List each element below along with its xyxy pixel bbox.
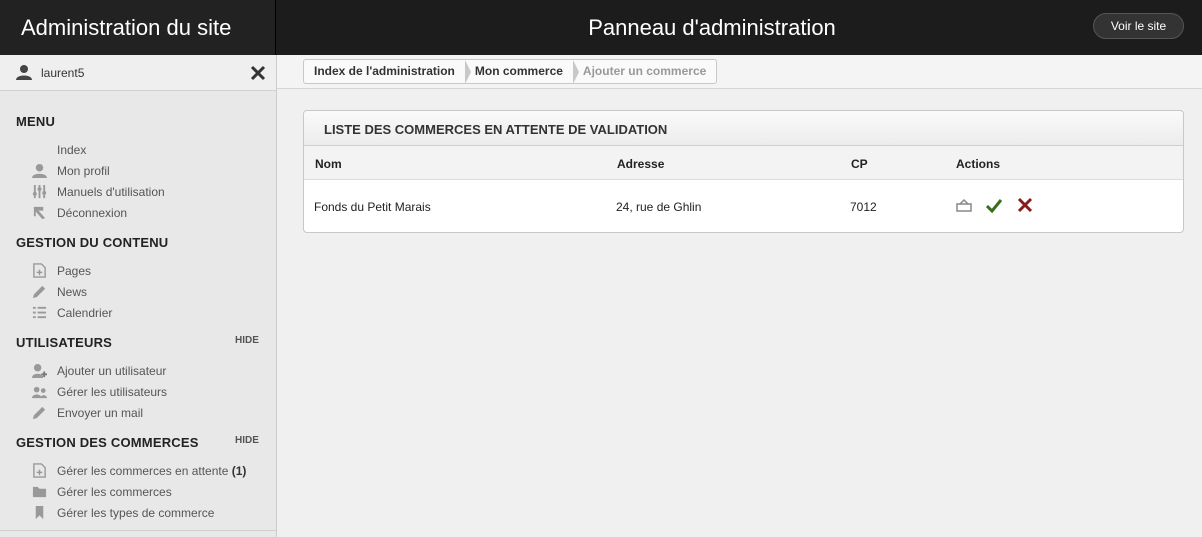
hide-shops-link[interactable]: HIDE bbox=[235, 435, 259, 446]
breadcrumb-item-add-shop: Ajouter un commerce bbox=[582, 64, 707, 78]
username[interactable]: laurent5 bbox=[41, 66, 84, 80]
close-icon[interactable] bbox=[250, 65, 266, 81]
check-icon[interactable] bbox=[985, 196, 1003, 214]
sidebar-item-calendar[interactable]: Calendrier bbox=[32, 303, 272, 323]
sidebar-item-label: Mon profil bbox=[57, 164, 110, 178]
sliders-icon bbox=[32, 184, 47, 199]
sidebar-item-index[interactable]: Index bbox=[32, 140, 272, 160]
sidebar-item-news[interactable]: News bbox=[32, 282, 272, 302]
breadcrumb-bar: Index de l'administration Mon commerce A… bbox=[277, 55, 1202, 89]
sidebar-item-label: Gérer les commerces en attente bbox=[57, 464, 229, 478]
sidebar-item-manage-shops[interactable]: Gérer les commerces bbox=[32, 482, 272, 502]
user-add-icon bbox=[32, 363, 47, 378]
hide-users-link[interactable]: HIDE bbox=[235, 335, 259, 346]
user-icon bbox=[32, 163, 47, 178]
user-bar: laurent5 bbox=[0, 55, 276, 91]
sidebar-item-label: Gérer les types de commerce bbox=[57, 506, 215, 520]
users-icon bbox=[32, 386, 47, 399]
sidebar-item-pages[interactable]: Pages bbox=[32, 261, 272, 281]
sidebar: laurent5 MENU Index Mon profil Manuels d… bbox=[0, 55, 277, 537]
cell-cp: 7012 bbox=[850, 200, 877, 214]
sidebar-item-label: Pages bbox=[57, 264, 92, 278]
table-header: Nom Adresse CP Actions bbox=[304, 146, 1183, 180]
list-icon bbox=[32, 306, 47, 319]
sidebar-item-logout[interactable]: Déconnexion bbox=[32, 203, 272, 223]
breadcrumb-item-admin-index[interactable]: Index de l'administration bbox=[304, 60, 471, 84]
column-header-actions: Actions bbox=[956, 157, 1001, 171]
column-header-name: Nom bbox=[315, 157, 342, 171]
sidebar-item-label: Index bbox=[57, 143, 87, 157]
page-title: Panneau d'administration bbox=[588, 15, 836, 40]
column-header-cp: CP bbox=[851, 157, 868, 171]
sidebar-item-add-user[interactable]: Ajouter un utilisateur bbox=[32, 361, 272, 381]
pending-shops-panel: LISTE DES COMMERCES EN ATTENTE DE VALIDA… bbox=[303, 110, 1184, 233]
breadcrumb-item-my-shop[interactable]: Mon commerce bbox=[465, 60, 579, 84]
pencil-icon bbox=[32, 285, 46, 299]
sidebar-item-label: Déconnexion bbox=[57, 206, 128, 220]
sidebar-item-label: Envoyer un mail bbox=[57, 406, 144, 420]
sidebar-item-manage-users[interactable]: Gérer les utilisateurs bbox=[32, 382, 272, 402]
table-row: Fonds du Petit Marais 24, rue de Ghlin 7… bbox=[304, 180, 1183, 232]
page-add-icon bbox=[33, 263, 46, 278]
sidebar-item-label: News bbox=[57, 285, 88, 299]
bookmark-icon bbox=[35, 505, 44, 520]
user-icon bbox=[16, 65, 32, 80]
sidebar-item-shop-types[interactable]: Gérer les types de commerce bbox=[32, 503, 272, 523]
delete-icon[interactable] bbox=[1016, 196, 1034, 214]
sidebar-item-label: Ajouter un utilisateur bbox=[57, 364, 167, 378]
cell-address: 24, rue de Ghlin bbox=[616, 200, 702, 214]
page-add-icon bbox=[33, 463, 46, 478]
sidebar-item-label: Manuels d'utilisation bbox=[57, 185, 165, 199]
cell-name: Fonds du Petit Marais bbox=[314, 200, 431, 214]
column-header-address: Adresse bbox=[617, 157, 665, 171]
sidebar-divider bbox=[0, 530, 276, 531]
sidebar-item-manuals[interactable]: Manuels d'utilisation bbox=[32, 182, 272, 202]
site-title[interactable]: Administration du site bbox=[0, 0, 276, 55]
pencil-icon bbox=[32, 406, 46, 420]
panel-title: LISTE DES COMMERCES EN ATTENTE DE VALIDA… bbox=[324, 122, 668, 137]
sidebar-item-label: Gérer les commerces bbox=[57, 485, 172, 499]
logout-icon bbox=[33, 206, 46, 220]
folder-icon bbox=[32, 486, 47, 498]
section-title-menu: MENU bbox=[16, 114, 56, 129]
sidebar-item-pending-shops[interactable]: Gérer les commerces en attente (1) bbox=[32, 461, 272, 481]
shop-icon[interactable] bbox=[955, 196, 973, 214]
view-site-button[interactable]: Voir le site bbox=[1093, 13, 1184, 39]
sidebar-item-label: Gérer les utilisateurs bbox=[57, 385, 168, 399]
sidebar-item-label: Calendrier bbox=[57, 306, 113, 320]
pending-count-badge: (1) bbox=[231, 464, 247, 478]
breadcrumb: Index de l'administration Mon commerce A… bbox=[303, 59, 718, 84]
sidebar-item-profile[interactable]: Mon profil bbox=[32, 161, 272, 181]
section-title-shops: GESTION DES COMMERCES bbox=[16, 435, 199, 450]
section-title-content: GESTION DU CONTENU bbox=[16, 235, 169, 250]
panel-header: LISTE DES COMMERCES EN ATTENTE DE VALIDA… bbox=[304, 111, 1183, 146]
top-bar: Administration du site Panneau d'adminis… bbox=[0, 0, 1202, 55]
section-title-users: UTILISATEURS bbox=[16, 335, 113, 350]
sidebar-item-send-mail[interactable]: Envoyer un mail bbox=[32, 403, 272, 423]
